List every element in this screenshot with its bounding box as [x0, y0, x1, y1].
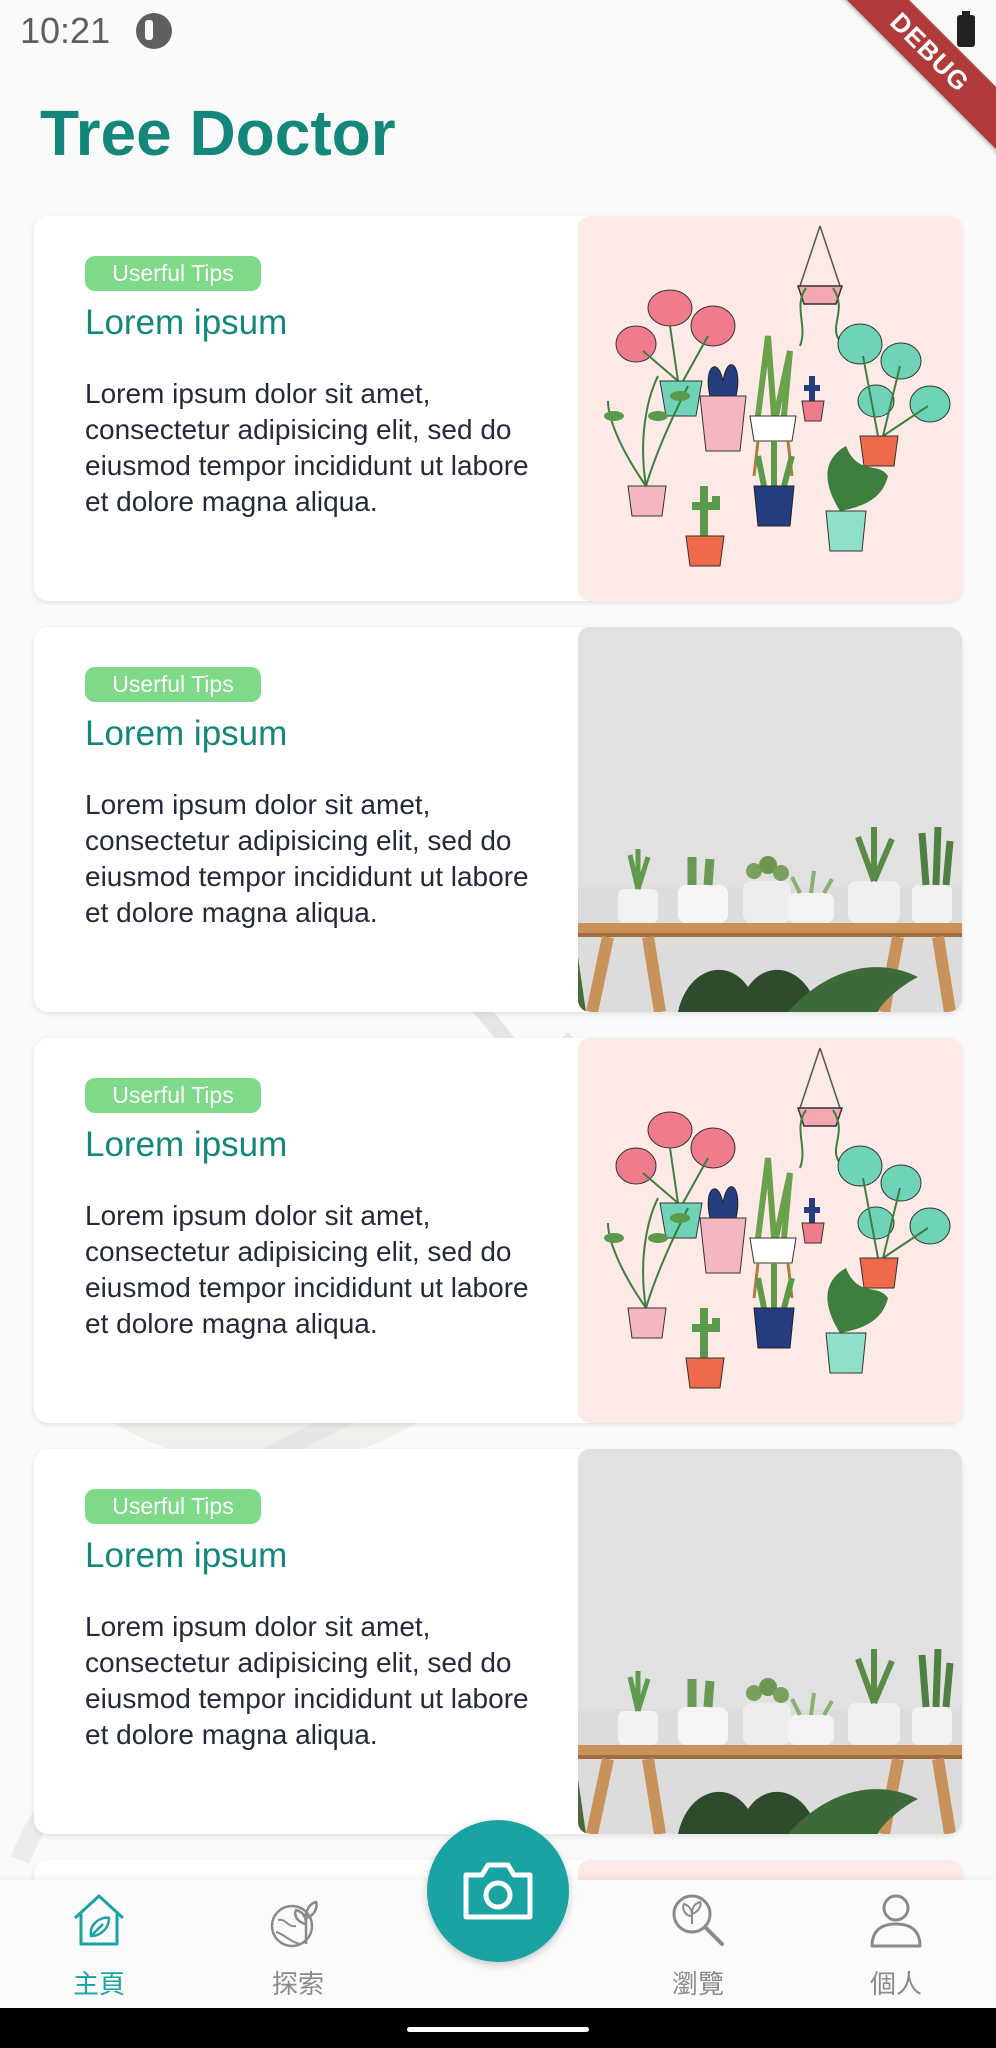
tip-badge: Userful Tips: [85, 256, 261, 291]
nav-item-browse[interactable]: 瀏覽: [628, 1880, 768, 2008]
nav-item-home[interactable]: 主頁: [29, 1880, 169, 2008]
home-gesture-handle[interactable]: [407, 2027, 589, 2032]
tip-badge: Userful Tips: [85, 1078, 261, 1113]
system-gesture-bar: [0, 2008, 996, 2048]
person-icon: [870, 1894, 922, 1948]
tip-image-illustrated-plants: [578, 216, 962, 601]
status-bar: 10:21: [0, 0, 996, 62]
tip-body: Lorem ipsum dolor sit amet, consectetur …: [85, 378, 529, 517]
camera-button[interactable]: [427, 1820, 569, 1962]
page-title: Tree Doctor: [40, 97, 396, 169]
tip-badge: Userful Tips: [85, 667, 261, 702]
nav-label-home: 主頁: [72, 1970, 125, 2000]
tip-card[interactable]: Userful Tips Lorem ipsum Lorem ipsum dol…: [34, 1449, 962, 1834]
status-time: 10:21: [20, 10, 111, 51]
notification-app-icon: [136, 13, 172, 49]
tip-title: Lorem ipsum: [85, 303, 288, 342]
tip-card[interactable]: Userful Tips Lorem ipsum Lorem ipsum dol…: [34, 627, 962, 1012]
tip-title: Lorem ipsum: [85, 1125, 288, 1164]
tip-image-illustrated-plants: [578, 1038, 962, 1423]
globe-plant-icon: [270, 1900, 318, 1948]
tip-image-plants-on-shelf: [578, 1449, 962, 1834]
tip-title: Lorem ipsum: [85, 714, 288, 753]
tip-card[interactable]: Userful Tips Lorem ipsum Lorem ipsum dol…: [34, 216, 962, 601]
tip-image-plants-on-shelf: [578, 627, 962, 1012]
tip-body: Lorem ipsum dolor sit amet, consectetur …: [85, 1611, 529, 1750]
nav-label-profile: 個人: [869, 1970, 922, 2000]
home-leaf-icon: [73, 1894, 125, 1946]
magnifier-leaf-icon: [672, 1894, 724, 1946]
battery-icon: [957, 11, 975, 47]
tip-body: Lorem ipsum dolor sit amet, consectetur …: [85, 1200, 529, 1339]
nav-label-explore: 探索: [271, 1970, 324, 2000]
camera-icon: [463, 1862, 533, 1920]
nav-item-profile[interactable]: 個人: [826, 1880, 966, 2008]
nav-item-explore[interactable]: 探索: [228, 1880, 368, 2008]
tip-title: Lorem ipsum: [85, 1536, 288, 1575]
tip-badge: Userful Tips: [85, 1489, 261, 1524]
tips-list: Userful Tips Lorem ipsum Lorem ipsum dol…: [34, 216, 962, 1890]
tip-body: Lorem ipsum dolor sit amet, consectetur …: [85, 789, 529, 928]
tip-card[interactable]: Userful Tips Lorem ipsum Lorem ipsum dol…: [34, 1038, 962, 1423]
nav-label-browse: 瀏覽: [671, 1970, 724, 2000]
